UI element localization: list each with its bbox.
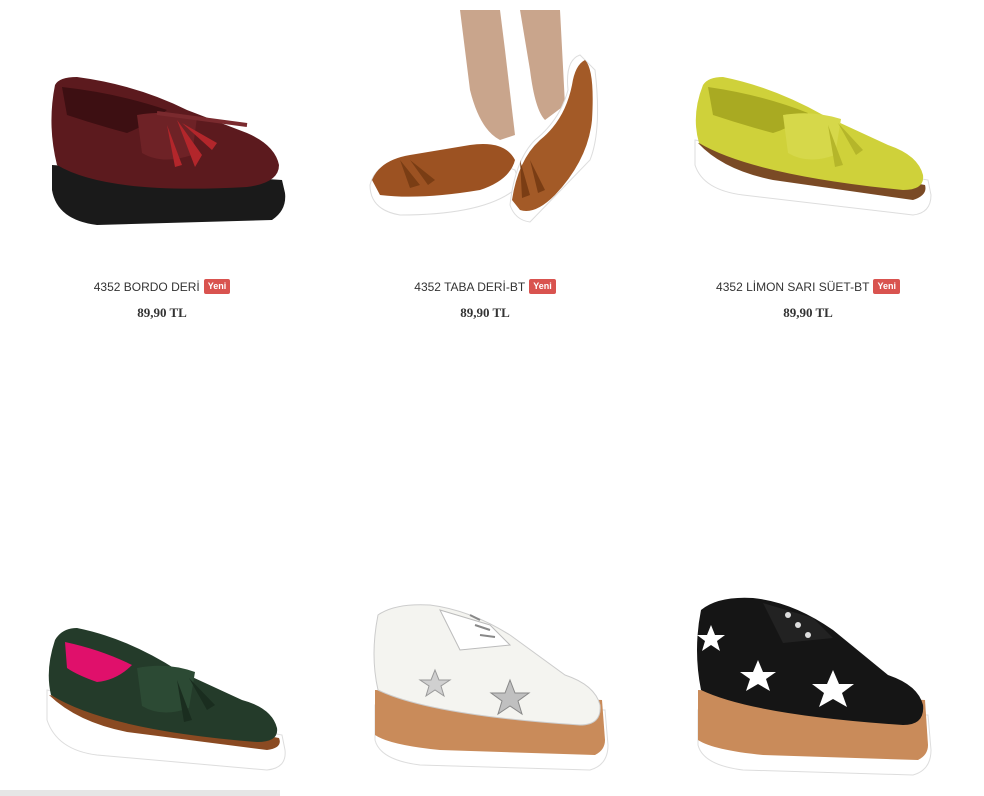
product-name-link[interactable]: 4352 LİMON SARI SÜET-BT: [716, 280, 869, 294]
scrollbar[interactable]: [0, 790, 280, 796]
product-name-line: 4352 TABA DERİ-BT Yeni: [335, 279, 635, 295]
product-image[interactable]: [658, 0, 958, 270]
new-badge: Yeni: [203, 279, 231, 295]
product-grid: 4352 BORDO DERİ Yeni 89,90 TL 4352 TABA D…: [0, 0, 984, 796]
product-image[interactable]: [335, 370, 635, 790]
product-image[interactable]: [335, 0, 635, 270]
tan-tassel-loafer-icon: [369, 10, 599, 223]
white-star-platform-oxford-icon: [373, 604, 609, 771]
product-image[interactable]: [12, 0, 312, 270]
black-star-platform-oxford-icon: [697, 597, 932, 776]
new-badge: Yeni: [873, 279, 900, 295]
product-price: 89,90 TL: [460, 305, 510, 321]
product-name-link[interactable]: 4352 BORDO DERİ: [94, 280, 200, 294]
burgundy-tassel-loafer-icon: [51, 77, 286, 225]
product-price: 89,90 TL: [137, 305, 187, 321]
product-image[interactable]: [12, 370, 312, 790]
product-name-line: 4352 LİMON SARI SÜET-BT Yeni: [658, 279, 958, 295]
lime-suede-loafer-icon: [694, 77, 932, 216]
new-badge: Yeni: [529, 279, 556, 295]
product-name-line: 4352 BORDO DERİ Yeni: [12, 279, 312, 295]
product-image[interactable]: [658, 370, 958, 790]
product-price: 89,90 TL: [783, 305, 833, 321]
green-tassel-loafer-icon: [46, 628, 286, 771]
product-name-link[interactable]: 4352 TABA DERİ-BT: [414, 280, 525, 294]
